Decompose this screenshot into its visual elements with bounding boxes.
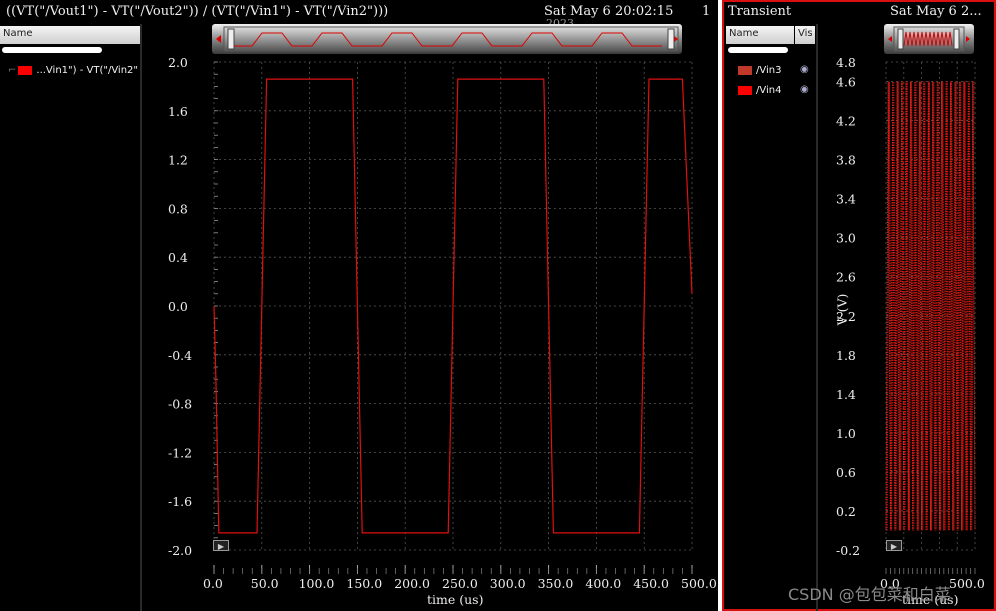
- watermark: CSDN @包包菜和白菜: [788, 585, 951, 604]
- y-tick-label: 1.2: [168, 153, 188, 168]
- play-icon: ▶: [890, 542, 898, 551]
- y-tick-label: -0.8: [168, 397, 192, 412]
- y-tick-label: 1.8: [836, 348, 856, 363]
- y-tick-label: 1.4: [836, 387, 856, 402]
- x-tick-label: 100.0: [299, 576, 335, 591]
- y-tick-label: 0.2: [836, 504, 856, 519]
- x-tick-label: 200.0: [394, 576, 430, 591]
- x-axis-label: time (us): [427, 592, 484, 607]
- y-tick-label: 3.8: [836, 153, 856, 168]
- x-tick-label: 300.0: [490, 576, 526, 591]
- y-tick-label: 1.6: [168, 104, 188, 119]
- y-tick-label: 0.8: [168, 201, 188, 216]
- waveform-pane-main: ((VT("/Vout1") - VT("/Vout2")) / (VT("/V…: [0, 0, 718, 611]
- play-button[interactable]: ▶: [886, 540, 902, 551]
- y-tick-label: 1.0: [836, 426, 856, 441]
- y-tick-label: 4.6: [836, 75, 856, 90]
- x-tick-label: 350.0: [538, 576, 574, 591]
- x-tick-label: 250.0: [442, 576, 478, 591]
- x-tick-label: 400.0: [585, 576, 621, 591]
- y-tick-label: 4.8: [836, 55, 856, 70]
- x-tick-label: 450.0: [633, 576, 669, 591]
- y-tick-label: 4.2: [836, 114, 856, 129]
- y-tick-label: 0.0: [168, 299, 188, 314]
- x-tick-label: 150.0: [346, 576, 382, 591]
- y-tick-label: 0.4: [168, 250, 188, 265]
- x-tick-label: 500.0: [681, 576, 717, 591]
- waveform-plot-main[interactable]: 2.0 1.6 1.2 0.8 0.4 0.0 -0.4 -0.8 -1.2 -1.6 -2.0 0.…: [0, 0, 718, 611]
- y-tick-label: -0.2: [836, 543, 860, 558]
- y-tick-label: 0.6: [836, 465, 856, 480]
- play-button[interactable]: ▶: [213, 540, 229, 551]
- waveform-pane-transient: Transient Sat May 6 2... Name Vis /Vin3 …: [722, 0, 996, 611]
- y-axis-label: V (V): [834, 293, 850, 326]
- play-icon: ▶: [217, 542, 225, 551]
- x-tick-label: 0.0: [203, 576, 223, 591]
- waveform-plot-transient[interactable]: 4.84.64.23.83.43.02.62.21.81.41.00.60.2-…: [722, 0, 996, 611]
- y-tick-label: -2.0: [168, 543, 192, 558]
- y-tick-label: -1.6: [168, 494, 192, 509]
- y-tick-label: 3.0: [836, 231, 856, 246]
- y-tick-label: 2.0: [168, 55, 188, 70]
- y-tick-label: 3.4: [836, 192, 856, 207]
- y-tick-label: -0.4: [168, 348, 192, 363]
- y-tick-label: -1.2: [168, 445, 192, 460]
- x-tick-label: 500.0: [949, 576, 985, 591]
- x-tick-label: 50.0: [251, 576, 279, 591]
- y-tick-label: 2.6: [836, 270, 856, 285]
